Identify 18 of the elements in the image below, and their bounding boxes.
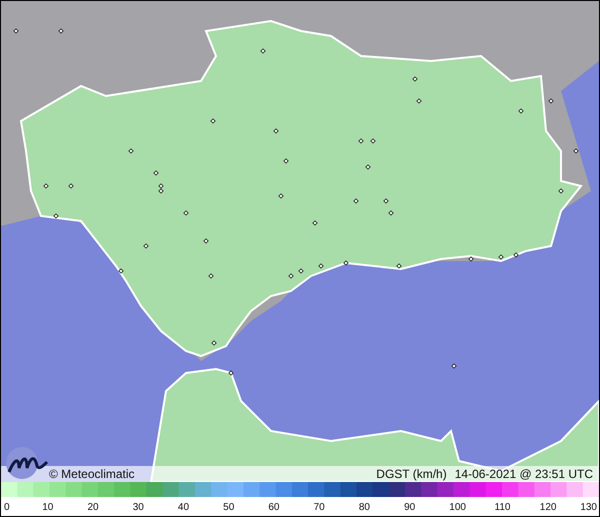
scale-tick-label: 60: [268, 501, 280, 515]
scale-tick-label: 50: [223, 501, 234, 515]
variable-label: DGST (km/h): [376, 466, 447, 483]
scale-tick-label: 120: [540, 501, 556, 515]
scale-tick-label: 0: [4, 501, 10, 515]
scale-tick-label: 100: [449, 501, 466, 515]
timestamp-text: 14-06-2021 @ 23:51 UTC: [454, 466, 593, 483]
scale-tick-label: 130: [580, 501, 597, 515]
scale-tick-label: 110: [494, 501, 510, 515]
scale-tick-label: 90: [404, 501, 416, 515]
scale-tick-label: 70: [314, 501, 325, 515]
scale-tick-label: 30: [132, 501, 144, 515]
scale-tick-label: 20: [87, 501, 99, 515]
scale-tick-label: 80: [358, 501, 370, 515]
scale-tick-label: 40: [178, 501, 190, 515]
logo-icon: [5, 446, 49, 480]
scale-tick-label: 10: [42, 501, 54, 515]
credit-text: © Meteoclimatic: [49, 466, 135, 483]
